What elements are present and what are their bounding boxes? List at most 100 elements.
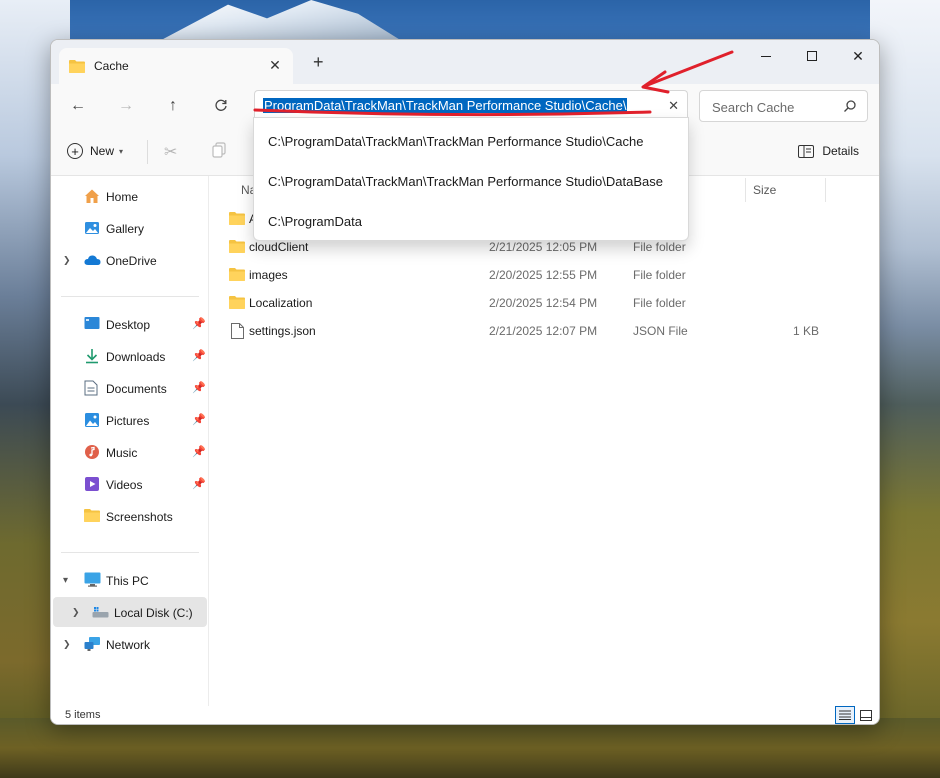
tiles-view-icon [860, 709, 872, 721]
back-button[interactable]: ← [65, 93, 91, 119]
tiles-view-button[interactable] [857, 706, 875, 724]
arrow-up-icon: ↑ [169, 97, 177, 114]
sidebar-item-this-pc[interactable]: ▾ This PC [53, 565, 207, 595]
chevron-down-icon[interactable]: ▾ [63, 575, 68, 586]
sidebar-item-home[interactable]: Home [53, 181, 207, 211]
desktop-icon [84, 317, 100, 329]
downloads-icon [86, 349, 98, 364]
file-size: 1 KB [792, 324, 819, 338]
file-list: Na Size A cloudClient 2/21/2025 12:05 PM… [209, 176, 879, 706]
sidebar-item-label: Network [106, 638, 151, 652]
new-tab-button[interactable]: + [313, 52, 324, 73]
copy-icon[interactable] [211, 142, 227, 158]
file-date: 2/20/2025 12:54 PM [489, 296, 598, 310]
sidebar-item-network[interactable]: ❯ Network [53, 629, 207, 659]
tab-close-icon[interactable]: ✕ [267, 57, 283, 74]
plus-icon: + [67, 143, 83, 159]
maximize-button[interactable] [789, 40, 835, 72]
sidebar-item-local-disk[interactable]: ❯ Local Disk (C:) [53, 597, 207, 627]
column-divider[interactable] [745, 178, 746, 202]
address-path-selected[interactable]: \ProgramData\TrackMan\TrackMan Performan… [263, 98, 628, 113]
file-name: Localization [249, 296, 313, 310]
sidebar-item-label: Videos [106, 478, 143, 492]
sidebar-item-label: Screenshots [106, 510, 173, 524]
chevron-right-icon[interactable]: ❯ [63, 255, 71, 266]
navigation-pane: Home Gallery ❯ OneDrive Desktop 📌 Downlo… [51, 176, 209, 706]
sidebar-item-onedrive[interactable]: ❯ OneDrive [53, 245, 207, 275]
status-bar: 5 items [51, 706, 879, 724]
videos-icon [85, 477, 99, 491]
pin-icon: 📌 [192, 414, 206, 426]
details-label: Details [822, 144, 859, 158]
table-row[interactable]: Localization 2/20/2025 12:54 PM File fol… [209, 288, 879, 316]
sidebar-item-label: Home [106, 190, 139, 204]
refresh-icon [215, 99, 227, 111]
sidebar-item-music[interactable]: Music 📌 [53, 437, 207, 467]
file-name: images [249, 268, 288, 282]
folder-icon [229, 240, 245, 253]
tab-title: Cache [94, 59, 129, 73]
file-icon [231, 323, 244, 339]
file-type: JSON File [633, 324, 688, 338]
close-window-button[interactable]: ✕ [835, 40, 879, 72]
forward-button[interactable]: → [113, 93, 139, 119]
gallery-icon [85, 222, 99, 234]
column-header-size[interactable]: Size [753, 183, 776, 197]
music-icon [85, 445, 99, 459]
column-divider[interactable] [825, 178, 826, 202]
sidebar-item-downloads[interactable]: Downloads 📌 [53, 341, 207, 371]
details-pane-button[interactable]: Details [798, 144, 859, 158]
sidebar-item-label: OneDrive [106, 254, 157, 268]
tab-cache[interactable]: Cache ✕ [59, 48, 293, 84]
file-type: File folder [633, 240, 686, 254]
suggestion-item[interactable]: C:\ProgramData [268, 214, 678, 234]
table-row[interactable]: images 2/20/2025 12:55 PM File folder [209, 260, 879, 288]
new-button[interactable]: + New ▾ [67, 143, 123, 159]
sidebar-item-label: Local Disk (C:) [114, 606, 193, 620]
suggestion-item[interactable]: C:\ProgramData\TrackMan\TrackMan Perform… [268, 174, 678, 194]
wallpaper-right [870, 0, 940, 778]
cut-icon[interactable]: ✂ [164, 142, 177, 162]
sidebar-item-label: Documents [106, 382, 167, 396]
clear-address-icon[interactable]: ✕ [668, 98, 679, 114]
network-icon [84, 637, 100, 651]
sidebar-item-label: Pictures [106, 414, 150, 428]
sidebar-item-gallery[interactable]: Gallery [53, 213, 207, 243]
details-view-button[interactable] [835, 706, 855, 724]
minimize-icon [761, 55, 771, 57]
chevron-right-icon[interactable]: ❯ [63, 639, 71, 650]
toolbar-divider [147, 140, 148, 164]
up-button[interactable]: ↑ [160, 93, 186, 119]
arrow-right-icon: → [118, 97, 134, 114]
sidebar-item-label: Gallery [106, 222, 145, 236]
file-name: cloudClient [249, 240, 309, 254]
this-pc-icon [84, 572, 101, 587]
search-icon [844, 100, 856, 112]
pictures-icon [85, 413, 99, 427]
chevron-right-icon[interactable]: ❯ [72, 607, 80, 618]
file-type: File folder [633, 268, 686, 282]
sidebar-item-label: Downloads [106, 350, 166, 364]
folder-icon [69, 60, 85, 73]
file-date: 2/21/2025 12:07 PM [489, 324, 598, 338]
refresh-button[interactable] [208, 93, 234, 119]
sidebar-item-documents[interactable]: Documents 📌 [53, 373, 207, 403]
sidebar-item-desktop[interactable]: Desktop 📌 [53, 309, 207, 339]
sidebar-item-pictures[interactable]: Pictures 📌 [53, 405, 207, 435]
chevron-down-icon: ▾ [119, 146, 124, 156]
onedrive-icon [84, 255, 101, 265]
sidebar-item-screenshots[interactable]: Screenshots [53, 501, 207, 531]
arrow-left-icon: ← [70, 97, 86, 114]
sidebar-item-videos[interactable]: Videos 📌 [53, 469, 207, 499]
suggestion-item[interactable]: C:\ProgramData\TrackMan\TrackMan Perform… [268, 134, 678, 154]
maximize-icon [807, 51, 817, 61]
folder-icon [229, 296, 245, 309]
minimize-button[interactable] [743, 40, 789, 72]
table-row[interactable]: settings.json 2/21/2025 12:07 PM JSON Fi… [209, 316, 879, 344]
pin-icon: 📌 [192, 478, 206, 490]
close-icon: ✕ [852, 47, 864, 64]
file-type: File folder [633, 296, 686, 310]
search-box[interactable]: Search Cache [699, 90, 868, 122]
file-date: 2/20/2025 12:55 PM [489, 268, 598, 282]
details-pane-icon [798, 144, 815, 158]
